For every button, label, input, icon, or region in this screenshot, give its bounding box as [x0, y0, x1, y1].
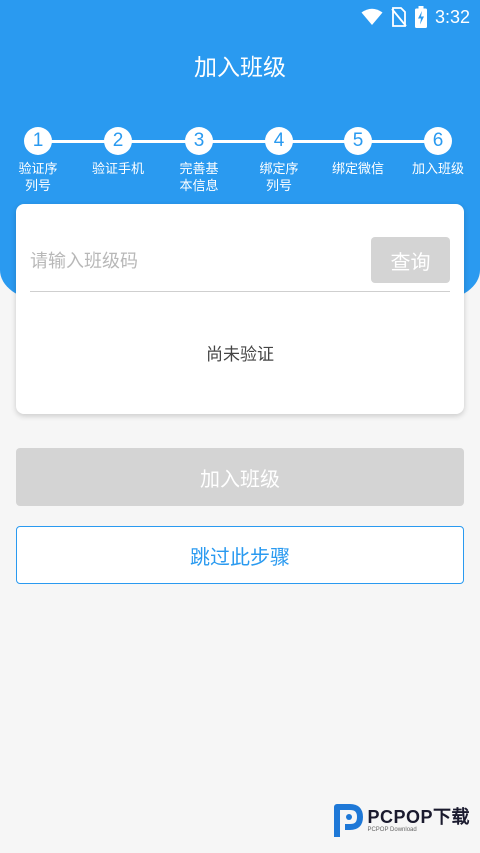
step-label: 验证手机 — [91, 162, 144, 177]
step-1: 1 验证序列号 — [3, 126, 73, 195]
verification-status: 尚未验证 — [206, 345, 274, 365]
step-5: 5 绑定微信 — [323, 126, 393, 178]
step-2: 2 验证手机 — [83, 126, 153, 178]
watermark-brand: PCPOP下载 — [367, 807, 470, 827]
step-label: 绑定序列号 — [259, 162, 299, 194]
step-number: 4 — [265, 127, 293, 155]
step-4: 4 绑定序列号 — [244, 126, 314, 195]
step-label: 验证序列号 — [18, 162, 58, 194]
step-label: 完善基本信息 — [179, 162, 219, 194]
pcpop-logo-icon — [334, 804, 364, 837]
page-title: 加入班级 — [194, 55, 286, 81]
step-label: 加入班级 — [411, 162, 464, 177]
status-icons: 3:32 — [361, 4, 470, 30]
status-bar: 3:32 — [0, 0, 480, 34]
wifi-icon — [361, 8, 383, 25]
watermark-sub: PCPOP Download — [367, 827, 417, 833]
stepper: 1 验证序列号 2 验证手机 3 完善基本信息 4 绑定序列号 5 绑定微信 6… — [0, 126, 480, 206]
join-class-button[interactable]: 加入班级 — [16, 448, 464, 506]
step-6: 6 加入班级 — [403, 126, 473, 178]
step-number: 2 — [104, 127, 132, 155]
skip-step-button[interactable]: 跳过此步骤 — [16, 526, 464, 584]
step-3: 3 完善基本信息 — [164, 126, 234, 195]
status-time: 3:32 — [434, 6, 470, 27]
class-code-input[interactable] — [30, 244, 360, 278]
class-code-card: 查询 尚未验证 — [16, 204, 464, 414]
input-underline — [30, 291, 450, 292]
no-sim-icon — [391, 7, 407, 27]
battery-charging-icon — [414, 6, 427, 28]
step-number: 3 — [185, 127, 213, 155]
watermark: PCPOP下载 PCPOP Download — [333, 803, 470, 839]
query-button[interactable]: 查询 — [371, 237, 450, 283]
step-number: 1 — [24, 127, 52, 155]
step-number: 6 — [424, 127, 452, 155]
step-number: 5 — [344, 127, 372, 155]
step-label: 绑定微信 — [331, 162, 384, 177]
watermark-text: PCPOP下载 PCPOP Download — [367, 808, 470, 834]
